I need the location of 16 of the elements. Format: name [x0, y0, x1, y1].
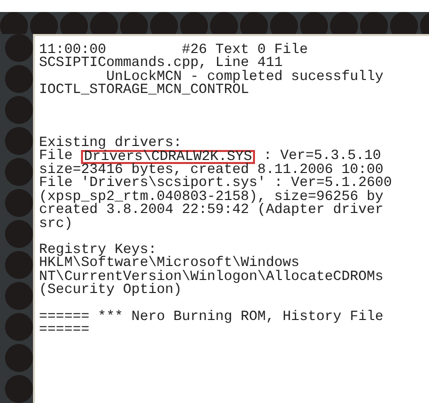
- log-line: HKLM\Software\Microsoft\Windows: [39, 257, 300, 271]
- log-line: created 3.8.2004 22:59:42 (Adapter driver: [39, 204, 384, 218]
- log-line: File 'Drivers\scsiport.sys' : Ver=5.1.2600: [39, 177, 392, 191]
- log-line: NT\CurrentVersion\Winlogon\AllocateCDROMs: [39, 270, 384, 284]
- log-line: src): [39, 218, 73, 232]
- log-line: ======: [39, 324, 90, 338]
- log-line: : Ver=5.3.5.10: [263, 150, 382, 164]
- log-line: SCSIPTICommands.cpp, Line 411: [39, 57, 283, 71]
- log-line: Registry Keys:: [39, 244, 157, 258]
- log-line: UnLockMCN - completed sucessfully: [106, 70, 384, 84]
- highlighted-path: Drivers\CDRALW2K.SYS: [81, 150, 256, 164]
- log-line: File: [39, 150, 73, 164]
- log-line: (Security Option): [39, 284, 182, 298]
- log-line: IOCTL_STORAGE_MCN_CONTROL: [39, 84, 250, 98]
- log-line: ====== *** Nero Burning ROM, History File: [39, 310, 384, 324]
- log-line: Existing drivers:: [39, 136, 182, 150]
